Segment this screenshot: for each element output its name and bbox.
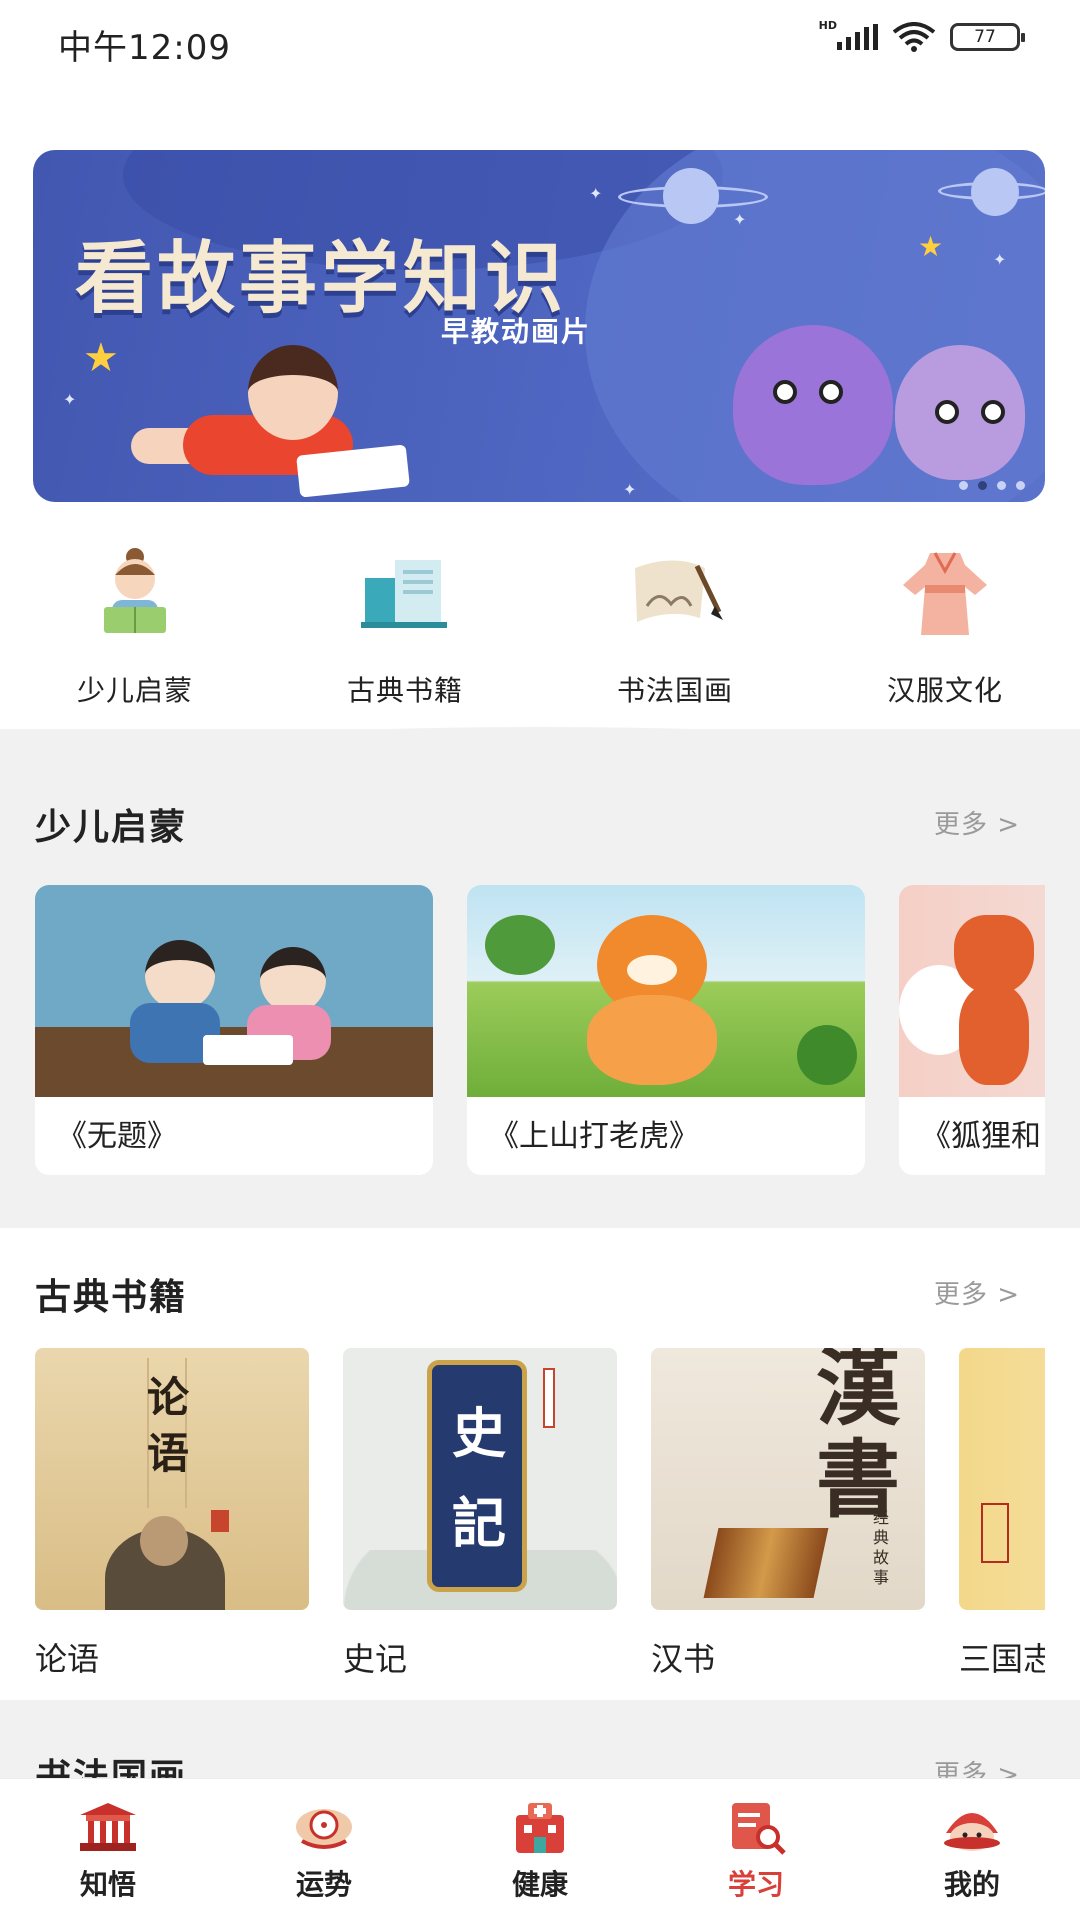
- book-card[interactable]: 漢書 经典故事 汉书: [651, 1348, 925, 1680]
- document-search-icon: [724, 1799, 788, 1855]
- book-name: 汉书: [651, 1640, 716, 1678]
- book-carousel[interactable]: 论语 论语 史記 史记 漢書 经典故事 汉书 三国志: [35, 1348, 1045, 1688]
- mascot-icon: [940, 1799, 1004, 1855]
- status-time: 中午12:09: [58, 28, 231, 68]
- category-classics[interactable]: 古典书籍: [270, 545, 540, 715]
- temple-icon: [76, 1799, 140, 1855]
- category-hanfu[interactable]: 汉服文化: [810, 545, 1080, 715]
- tab-wode[interactable]: 我的: [864, 1779, 1080, 1920]
- seal-icon: [543, 1368, 555, 1428]
- book-cover: 漢書 经典故事: [651, 1348, 925, 1610]
- pagination-dot[interactable]: [959, 481, 968, 490]
- category-children[interactable]: 少儿启蒙: [0, 545, 270, 715]
- signal-icon: [837, 24, 878, 50]
- category-label: 汉服文化: [886, 674, 1003, 707]
- tab-label: 健康: [511, 1868, 568, 1901]
- compass-icon: [292, 1799, 356, 1855]
- story-carousel[interactable]: 《无题》 《上山打老虎》 《狐狸和: [35, 885, 1045, 1175]
- book-card[interactable]: 论语 论语: [35, 1348, 309, 1680]
- cover-title: 史記: [452, 1401, 506, 1555]
- story-thumbnail: [899, 885, 1045, 1097]
- section-title: 少儿启蒙: [35, 807, 188, 848]
- category-grid: 少儿启蒙 古典书籍 书法国画 汉服文化: [0, 545, 1080, 715]
- status-icons: HD 77: [818, 18, 1025, 52]
- pagination-dot-active[interactable]: [978, 481, 987, 490]
- category-label: 古典书籍: [346, 674, 463, 707]
- banner-pagination: [959, 481, 1025, 490]
- tab-label: 学习: [727, 1868, 784, 1901]
- tab-zhiwu[interactable]: 知悟: [0, 1779, 216, 1920]
- battery-level: 77: [974, 27, 996, 47]
- cover-title: 论语: [147, 1373, 190, 1478]
- network-type-label: HD: [818, 18, 837, 32]
- more-link[interactable]: 更多 >: [934, 1754, 1020, 1780]
- calligraphy-scroll-icon: [625, 545, 725, 641]
- book-name: 论语: [35, 1640, 100, 1678]
- status-bar: 中午12:09 HD 77: [0, 0, 1080, 84]
- tab-label: 知悟: [79, 1868, 136, 1901]
- section-title: 书法国画: [35, 1757, 188, 1780]
- battery-icon: 77: [950, 23, 1025, 51]
- child-reading-icon: [85, 545, 185, 641]
- lilac-monster-illustration: [895, 345, 1025, 480]
- bottom-tab-bar: 知悟 运势 健康 学习 我的: [0, 1778, 1080, 1920]
- more-link[interactable]: 更多 >: [934, 804, 1020, 841]
- category-label: 书法国画: [616, 674, 733, 707]
- hanfu-dress-icon: [895, 545, 995, 641]
- book-cover: [959, 1348, 1045, 1610]
- book-card[interactable]: 史記 史记: [343, 1348, 617, 1680]
- story-card[interactable]: 《上山打老虎》: [467, 885, 865, 1175]
- story-thumbnail: [35, 885, 433, 1097]
- section-enlightenment: 少儿启蒙 更多 > 《无题》 《上山打老虎》 《狐狸和: [0, 760, 1080, 1228]
- tab-jiankang[interactable]: 健康: [432, 1779, 648, 1920]
- pagination-dot[interactable]: [997, 481, 1006, 490]
- tab-label: 我的: [943, 1868, 1000, 1901]
- hospital-icon: [508, 1799, 572, 1855]
- tab-label: 运势: [295, 1868, 352, 1901]
- section-painting: 书法国画 更多 >: [0, 1700, 1080, 1780]
- star-icon: ★: [83, 335, 119, 381]
- story-title: 《无题》: [57, 1119, 177, 1154]
- more-link[interactable]: 更多 >: [934, 1274, 1020, 1311]
- book-card[interactable]: 三国志: [959, 1348, 1045, 1680]
- tab-yunshi[interactable]: 运势: [216, 1779, 432, 1920]
- category-label: 少儿启蒙: [76, 674, 193, 707]
- story-thumbnail: [467, 885, 865, 1097]
- book-cover: 论语: [35, 1348, 309, 1610]
- star-icon: ★: [918, 230, 944, 263]
- purple-monster-illustration: [733, 325, 893, 485]
- tab-xuexi[interactable]: 学习: [648, 1779, 864, 1920]
- cover-subtitle: 经典故事: [873, 1508, 890, 1587]
- classic-books-icon: [355, 545, 455, 641]
- story-card[interactable]: 《无题》: [35, 885, 433, 1175]
- seal-icon: [981, 1503, 1009, 1563]
- wifi-icon: [892, 22, 936, 52]
- story-card[interactable]: 《狐狸和: [899, 885, 1045, 1175]
- book-name: 史记: [343, 1640, 408, 1678]
- book-name: 三国志: [959, 1640, 1045, 1678]
- seal-icon: [211, 1510, 229, 1532]
- banner-subtitle: 早教动画片: [441, 315, 592, 348]
- book-cover: 史記: [343, 1348, 617, 1610]
- story-title: 《上山打老虎》: [489, 1119, 699, 1154]
- bamboo-slips-illustration: [703, 1528, 829, 1598]
- story-title: 《狐狸和: [921, 1119, 1041, 1154]
- section-title: 古典书籍: [35, 1277, 188, 1318]
- category-calligraphy[interactable]: 书法国画: [540, 545, 810, 715]
- cover-title: 漢書: [816, 1348, 901, 1529]
- promo-banner[interactable]: ★ ★ ✦ ✦ ✦ ✦ ✦ 看故事学知识 早教动画片: [33, 150, 1045, 502]
- section-classics: 古典书籍 更多 > 论语 论语 史記 史记 漢書 经典故事 汉书 三国志: [0, 1228, 1080, 1700]
- pagination-dot[interactable]: [1016, 481, 1025, 490]
